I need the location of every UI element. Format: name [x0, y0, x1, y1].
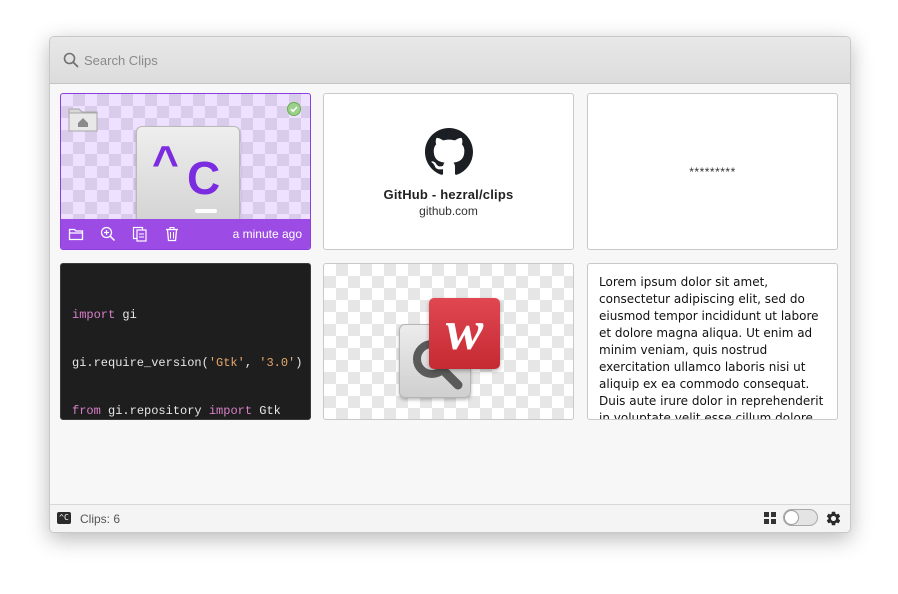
code-line: from gi.repository import Gtk — [72, 403, 302, 419]
key-underline — [195, 209, 217, 213]
masked-text: ********* — [689, 165, 736, 179]
toggle-knob — [784, 510, 799, 525]
checkmark-icon — [287, 102, 301, 116]
view-toggle-switch[interactable] — [783, 509, 818, 526]
code-block: import gi gi.require_version('Gtk', '3.0… — [72, 275, 302, 419]
search-input[interactable] — [84, 50, 784, 70]
gear-icon[interactable] — [825, 510, 842, 527]
clip-card-image[interactable]: w — [323, 263, 574, 420]
clip-action-bar: a minute ago — [61, 219, 310, 249]
code-text: gi — [115, 308, 137, 322]
clip-timestamp: a minute ago — [232, 227, 302, 241]
code-keyword: import — [208, 404, 253, 418]
home-folder-icon — [68, 108, 98, 132]
app-icon-label: ^C — [59, 513, 69, 522]
github-logo-icon — [425, 128, 473, 175]
red-app-icon: w — [429, 298, 500, 369]
clip-count: Clips: 6 — [80, 512, 121, 526]
code-text: , — [244, 356, 260, 370]
letter-glyph: C — [187, 152, 221, 204]
trash-icon[interactable] — [164, 226, 180, 242]
clip-card-code[interactable]: import gi gi.require_version('Gtk', '3.0… — [60, 263, 311, 420]
folder-icon[interactable] — [68, 226, 84, 242]
code-line: gi.require_version('Gtk', '3.0') — [72, 355, 302, 371]
zoom-in-icon[interactable] — [100, 226, 116, 242]
grid-view-icon[interactable] — [764, 512, 776, 524]
code-keyword: from — [72, 404, 101, 418]
link-title: GitHub - hezral/clips — [383, 187, 514, 202]
status-bar: ^C Clips: 6 — [50, 504, 850, 532]
code-string: 'Gtk' — [208, 356, 245, 370]
text-content: Lorem ipsum dolor sit amet, consectetur … — [599, 275, 824, 420]
badge-letter: w — [445, 300, 484, 362]
code-line: import gi — [72, 307, 302, 323]
code-text: gi.repository — [100, 404, 209, 418]
app-icon: ^C — [57, 512, 71, 524]
clip-card-github[interactable]: GitHub - hezral/clips github.com — [323, 93, 574, 250]
code-string: '3.0' — [259, 356, 296, 370]
copy-icon[interactable] — [132, 226, 148, 242]
clip-card-password[interactable]: ********* — [587, 93, 838, 250]
code-text: Gtk — [252, 404, 281, 418]
search-bar — [50, 37, 850, 84]
clips-window: ^ C — [49, 36, 851, 533]
link-domain: github.com — [419, 204, 478, 218]
code-text: gi.require_version( — [72, 356, 209, 370]
clip-card-app[interactable]: ^ C a minute ago — [60, 93, 311, 250]
search-icon — [63, 52, 79, 68]
caret-glyph: ^ — [152, 136, 179, 188]
clip-card-text[interactable]: Lorem ipsum dolor sit amet, consectetur … — [587, 263, 838, 420]
code-keyword: import — [72, 308, 116, 322]
app-key-icon: ^ C — [136, 126, 240, 228]
code-text: ) — [295, 356, 303, 370]
